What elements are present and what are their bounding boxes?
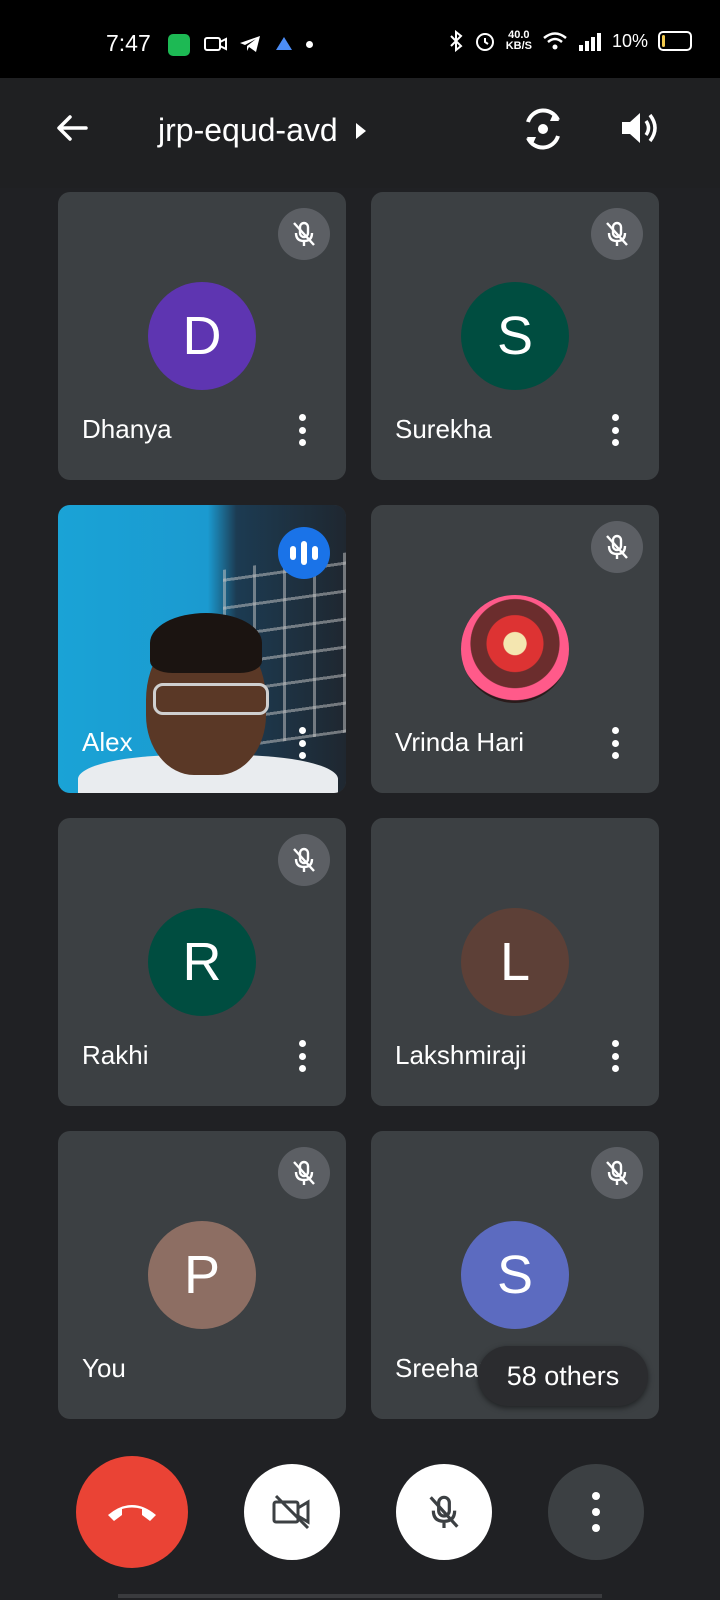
participant-name: Alex	[82, 727, 133, 757]
wifi-icon	[543, 32, 567, 50]
others-participants-chip[interactable]: 58 others	[478, 1346, 648, 1406]
hang-up-icon	[108, 1505, 156, 1521]
participant-tile[interactable]: R Rakhi	[58, 818, 346, 1106]
participant-more-icon[interactable]	[605, 1036, 625, 1076]
signal-icon	[578, 33, 601, 51]
participant-more-icon[interactable]	[292, 410, 312, 450]
participant-tile[interactable]: S Surekha	[371, 192, 659, 480]
mic-off-icon	[591, 521, 643, 573]
participant-video-tile[interactable]: Alex	[58, 505, 346, 793]
status-bar: 7:47 40.0 KB/S 10%	[0, 0, 720, 78]
video-person-hair	[150, 613, 262, 673]
mic-toggle-button[interactable]	[396, 1464, 492, 1560]
telegram-icon	[240, 36, 260, 52]
status-right: 40.0 KB/S 10%	[448, 30, 692, 52]
app-notification-icon	[168, 34, 190, 56]
app-blue-icon	[276, 37, 292, 50]
video-person-glasses	[153, 683, 269, 715]
meeting-header: jrp-equd-avd	[0, 78, 720, 188]
participant-name: Lakshmiraji	[395, 1040, 527, 1070]
switch-camera-icon[interactable]	[520, 106, 566, 152]
participant-name: You	[82, 1353, 126, 1383]
avatar: R	[148, 908, 256, 1016]
alarm-icon	[475, 33, 494, 51]
avatar: S	[461, 282, 569, 390]
end-call-button[interactable]	[76, 1456, 188, 1568]
chevron-right-icon	[355, 122, 366, 139]
more-vert-icon	[592, 1488, 600, 1536]
mic-off-icon	[591, 1147, 643, 1199]
profile-photo-avatar	[461, 595, 569, 703]
avatar: P	[148, 1221, 256, 1329]
participant-tile[interactable]: D Dhanya	[58, 192, 346, 480]
mic-off-icon	[429, 1495, 459, 1528]
participant-name: Vrinda Hari	[395, 727, 525, 757]
participant-name: Surekha	[395, 414, 492, 444]
speaking-indicator-icon	[278, 527, 330, 579]
more-notifications-dot	[306, 41, 313, 48]
mic-off-icon	[278, 208, 330, 260]
more-options-button[interactable]	[548, 1464, 644, 1560]
avatar: L	[461, 908, 569, 1016]
mic-off-icon	[278, 1147, 330, 1199]
battery-percent: 10%	[611, 30, 648, 51]
participant-tile[interactable]: L Lakshmiraji	[371, 818, 659, 1106]
avatar: D	[148, 282, 256, 390]
participant-more-icon[interactable]	[605, 723, 625, 763]
camera-off-icon	[272, 1494, 310, 1530]
avatar: S	[461, 1221, 569, 1329]
network-speed-unit: KB/S	[505, 40, 532, 52]
participant-more-icon[interactable]	[292, 1036, 312, 1076]
participant-name: Dhanya	[82, 414, 172, 444]
mic-off-icon	[591, 208, 643, 260]
participant-name: Rakhi	[82, 1040, 149, 1070]
mic-off-icon	[278, 834, 330, 886]
battery-icon	[658, 31, 692, 51]
meeting-title-button[interactable]: jrp-equd-avd	[158, 112, 366, 149]
participant-tile-self[interactable]: P You	[58, 1131, 346, 1419]
participant-more-icon[interactable]	[292, 723, 312, 763]
bluetooth-icon	[449, 30, 463, 52]
video-notification-icon	[204, 37, 227, 51]
participant-more-icon[interactable]	[605, 410, 625, 450]
navigation-bar	[118, 1594, 602, 1598]
network-speed: 40.0 KB/S	[506, 30, 532, 52]
camera-toggle-button[interactable]	[244, 1464, 340, 1560]
speaker-icon[interactable]	[618, 106, 662, 150]
back-arrow-icon[interactable]	[52, 108, 92, 148]
status-time: 7:47	[106, 30, 151, 56]
participant-tile[interactable]: Vrinda Hari	[371, 505, 659, 793]
meeting-code: jrp-equd-avd	[158, 112, 338, 148]
